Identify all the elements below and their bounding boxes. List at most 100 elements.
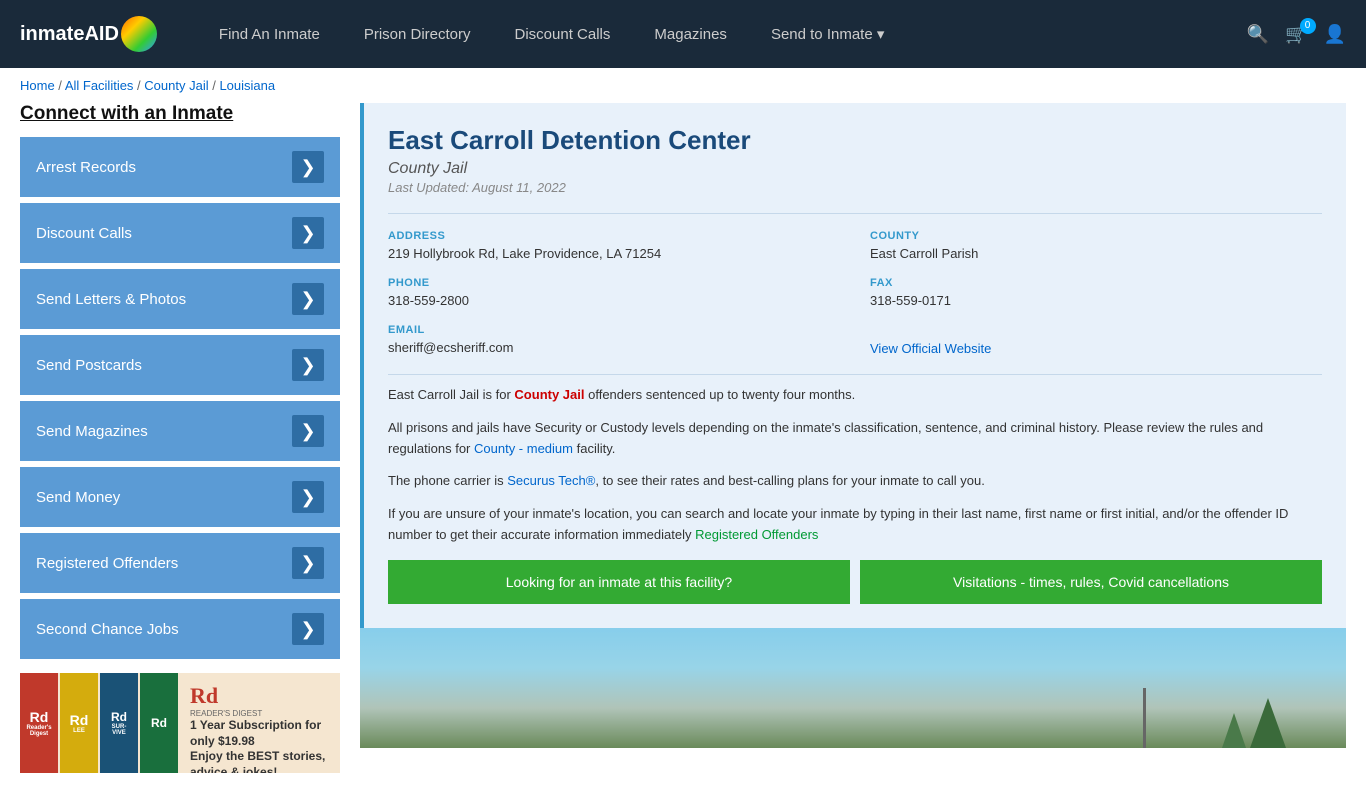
facility-photo [360, 628, 1346, 748]
breadcrumb-county-jail[interactable]: County Jail [144, 78, 208, 93]
content-area: East Carroll Detention Center County Jai… [360, 103, 1346, 773]
registered-offenders-link[interactable]: Registered Offenders [695, 527, 818, 542]
sidebar-label-send-money: Send Money [36, 489, 120, 506]
breadcrumb-home[interactable]: Home [20, 78, 55, 93]
phone-label: PHONE [388, 277, 840, 289]
arrow-icon: ❯ [292, 613, 324, 645]
facility-description: East Carroll Jail is for County Jail off… [388, 374, 1322, 604]
tree-decoration-2 [1250, 698, 1286, 748]
facility-card: East Carroll Detention Center County Jai… [360, 103, 1346, 628]
facility-info-grid: ADDRESS 219 Hollybrook Rd, Lake Providen… [388, 213, 1322, 356]
action-buttons: Looking for an inmate at this facility? … [388, 560, 1322, 604]
address-label: ADDRESS [388, 230, 840, 242]
breadcrumb: Home / All Facilities / County Jail / Lo… [0, 68, 1366, 103]
sidebar-item-send-magazines[interactable]: Send Magazines ❯ [20, 401, 340, 461]
nav-send-to-inmate[interactable]: Send to Inmate ▾ [749, 25, 906, 43]
facility-county-block: COUNTY East Carroll Parish [870, 230, 1322, 261]
ad-text: Rd READER'S DIGEST 1 Year Subscription f… [180, 673, 340, 773]
county-value: East Carroll Parish [870, 246, 1322, 261]
sidebar-label-arrest-records: Arrest Records [36, 159, 136, 176]
magazine-cover-3: RdSUR-VIVE [100, 673, 138, 773]
find-inmate-button[interactable]: Looking for an inmate at this facility? [388, 560, 850, 604]
header-icons: 🔍 🛒 0 👤 [1247, 24, 1346, 45]
email-label: EMAIL [388, 324, 840, 336]
cart-badge: 0 [1300, 18, 1316, 34]
email-value: sheriff@ecsheriff.com [388, 340, 840, 355]
sidebar-item-send-letters-photos[interactable]: Send Letters & Photos ❯ [20, 269, 340, 329]
search-button[interactable]: 🔍 [1247, 24, 1269, 45]
securus-link[interactable]: Securus Tech® [507, 473, 595, 488]
magazine-cover-4: Rd [140, 673, 178, 773]
facility-last-updated: Last Updated: August 11, 2022 [388, 180, 1322, 195]
facility-website-block: View Official Website [870, 324, 1322, 356]
desc1-rest: offenders sentenced up to twenty four mo… [585, 387, 856, 402]
sidebar-label-second-chance-jobs: Second Chance Jobs [36, 621, 179, 638]
desc-para-4: If you are unsure of your inmate's locat… [388, 504, 1322, 546]
facility-type: County Jail [388, 160, 1322, 178]
sidebar-title: Connect with an Inmate [20, 103, 340, 125]
website-spacer [870, 324, 1322, 336]
facility-phone-block: PHONE 318-559-2800 [388, 277, 840, 308]
nav-magazines[interactable]: Magazines [632, 26, 749, 43]
arrow-icon: ❯ [292, 217, 324, 249]
main-layout: Connect with an Inmate Arrest Records ❯ … [0, 103, 1366, 793]
arrow-icon: ❯ [292, 283, 324, 315]
nav-find-inmate[interactable]: Find An Inmate [197, 26, 342, 43]
arrow-icon: ❯ [292, 547, 324, 579]
desc1-text: East Carroll Jail is for [388, 387, 514, 402]
sidebar-label-send-letters-photos: Send Letters & Photos [36, 291, 186, 308]
tree-decoration-1 [1222, 713, 1246, 748]
nav-prison-directory[interactable]: Prison Directory [342, 26, 493, 43]
address-value: 219 Hollybrook Rd, Lake Providence, LA 7… [388, 246, 840, 261]
sidebar-item-send-postcards[interactable]: Send Postcards ❯ [20, 335, 340, 395]
advertisement: RdReader'sDigest RdLEE RdSUR-VIVE Rd Rea… [20, 673, 340, 773]
main-nav: Find An Inmate Prison Directory Discount… [197, 25, 1247, 43]
arrow-icon: ❯ [292, 151, 324, 183]
user-icon: 👤 [1324, 24, 1346, 44]
fax-value: 318-559-0171 [870, 293, 1322, 308]
official-website-link[interactable]: View Official Website [870, 341, 991, 356]
ad-sub-text: READER'S DIGEST [190, 709, 330, 718]
sidebar-label-discount-calls: Discount Calls [36, 225, 132, 242]
ad-logo: Rd [190, 683, 330, 709]
desc2-rest: facility. [573, 441, 615, 456]
sidebar-item-discount-calls[interactable]: Discount Calls ❯ [20, 203, 340, 263]
phone-value: 318-559-2800 [388, 293, 840, 308]
nav-discount-calls[interactable]: Discount Calls [493, 26, 633, 43]
sidebar: Connect with an Inmate Arrest Records ❯ … [20, 103, 340, 773]
sidebar-label-registered-offenders: Registered Offenders [36, 555, 178, 572]
desc-para-1: East Carroll Jail is for County Jail off… [388, 385, 1322, 406]
facility-fax-block: FAX 318-559-0171 [870, 277, 1322, 308]
desc-para-3: The phone carrier is Securus Tech®, to s… [388, 471, 1322, 492]
sidebar-item-send-money[interactable]: Send Money ❯ [20, 467, 340, 527]
magazine-cover-2: RdLEE [60, 673, 98, 773]
county-jail-link[interactable]: County Jail [514, 387, 584, 402]
arrow-icon: ❯ [292, 481, 324, 513]
arrow-icon: ❯ [292, 415, 324, 447]
breadcrumb-state[interactable]: Louisiana [219, 78, 275, 93]
county-label: COUNTY [870, 230, 1322, 242]
desc4-text: If you are unsure of your inmate's locat… [388, 506, 1288, 542]
magazine-cover-1: RdReader'sDigest [20, 673, 58, 773]
sidebar-label-send-magazines: Send Magazines [36, 423, 148, 440]
site-header: inmateAID Find An Inmate Prison Director… [0, 0, 1366, 68]
breadcrumb-all-facilities[interactable]: All Facilities [65, 78, 134, 93]
desc3-text: The phone carrier is [388, 473, 507, 488]
fax-label: FAX [870, 277, 1322, 289]
visitations-button[interactable]: Visitations - times, rules, Covid cancel… [860, 560, 1322, 604]
sidebar-item-arrest-records[interactable]: Arrest Records ❯ [20, 137, 340, 197]
pole-decoration [1143, 688, 1146, 748]
cart-button[interactable]: 🛒 0 [1285, 24, 1307, 45]
county-medium-link[interactable]: County - medium [474, 441, 573, 456]
logo-icon [121, 16, 157, 52]
search-icon: 🔍 [1247, 24, 1269, 44]
facility-name: East Carroll Detention Center [388, 125, 1322, 156]
logo-text: inmateAID [20, 23, 119, 46]
sidebar-item-registered-offenders[interactable]: Registered Offenders ❯ [20, 533, 340, 593]
logo[interactable]: inmateAID [20, 16, 157, 52]
sidebar-item-second-chance-jobs[interactable]: Second Chance Jobs ❯ [20, 599, 340, 659]
desc3-rest: , to see their rates and best-calling pl… [595, 473, 984, 488]
ad-magazines: RdReader'sDigest RdLEE RdSUR-VIVE Rd Rea… [20, 673, 180, 773]
user-account-button[interactable]: 👤 [1324, 24, 1346, 45]
desc-para-2: All prisons and jails have Security or C… [388, 418, 1322, 460]
